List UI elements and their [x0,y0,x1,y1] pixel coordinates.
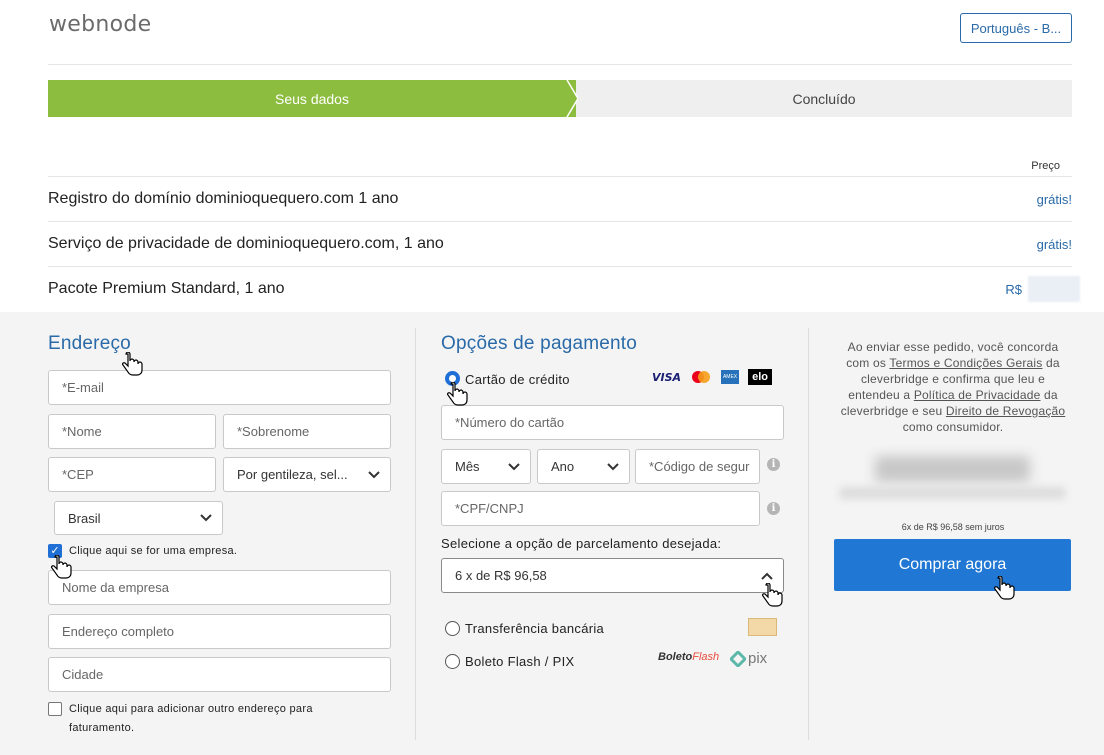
chevron-down-icon [508,462,520,471]
company-name-field[interactable]: Nome da empresa [48,570,391,605]
city-field[interactable]: Cidade [48,657,391,692]
step-seus-dados: Seus dados [48,80,576,117]
country-select-value: Brasil [68,510,101,526]
price-column-header: Preço [1031,160,1060,172]
pix-logo: pix [730,650,767,667]
column-divider [808,328,809,740]
amex-icon: AMEX [721,370,740,384]
terms-text: Ao enviar esse pedido, você concorda com… [836,339,1070,435]
revocation-right-link[interactable]: Direito de Revogação [946,404,1065,418]
language-selector-button[interactable]: Português - B... [960,13,1072,43]
terms-text-part: como consumidor. [902,420,1004,434]
pix-diamond-icon [730,650,746,667]
checkout-steps: Seus dados Concluído [48,80,1072,117]
terms-link[interactable]: Termos e Condições Gerais [889,356,1042,370]
installment-select-value: 6 x de R$ 96,58 [455,568,547,583]
buy-now-button[interactable]: Comprar agora [834,539,1071,591]
info-icon[interactable]: i [767,502,780,515]
security-code-field[interactable]: *Código de segur [635,449,760,484]
bank-transfer-radio[interactable] [445,621,460,636]
order-row: Registro do domínio dominioquequero.com … [48,176,1072,221]
month-select[interactable]: Mês [441,449,531,484]
installment-select[interactable]: 6 x de R$ 96,58 [441,558,784,593]
checkout-page: webnode Português - B... Seus dados Conc… [0,0,1104,755]
order-item-price: grátis! [1036,236,1072,252]
credit-card-label: Cartão de crédito [465,372,570,387]
card-brands: VISA AMEX elo [652,369,773,385]
info-icon[interactable]: i [767,458,780,471]
order-item-price: grátis! [1036,191,1072,207]
visa-icon: VISA [652,370,682,384]
month-select-value: Mês [455,459,480,474]
privacy-policy-link[interactable]: Política de Privacidade [914,388,1041,402]
address-title: Endereço [48,333,131,354]
full-address-field[interactable]: Endereço completo [48,614,391,649]
card-number-field[interactable]: *Número do cartão [441,405,784,440]
credit-card-radio[interactable] [445,371,460,386]
order-item-label: Pacote Premium Standard, 1 ano [48,280,285,297]
boleto-flash-logo: BoletoFlash [658,651,719,663]
cpf-cnpj-field[interactable]: *CPF/CNPJ [441,491,760,526]
year-select[interactable]: Ano [537,449,630,484]
last-name-field[interactable]: *Sobrenome [223,414,391,449]
state-select-value: Por gentileza, sel... [237,467,348,482]
bank-transfer-label: Transferência bancária [465,621,605,636]
blurred-price [1028,276,1080,302]
chevron-up-icon [761,572,773,580]
installment-label: Selecione a opção de parcelamento deseja… [441,536,722,551]
payment-title: Opções de pagamento [441,333,638,354]
boleto-logo-flash-text: Flash [692,651,720,663]
order-item-label: Serviço de privacidade de dominioquequer… [48,235,444,252]
billing-checkbox-label: Clique aqui para adicionar outro endereç… [69,700,313,738]
installment-note: 6x de R$ 96,58 sem juros [901,522,1005,532]
blurred-total [875,456,1030,482]
chevron-down-icon [607,462,619,471]
year-select-value: Ano [551,459,575,474]
boleto-pix-label: Boleto Flash / PIX [465,654,575,669]
webnode-logo: webnode [49,12,152,37]
boleto-pix-radio[interactable] [445,654,460,669]
chevron-down-icon [368,470,380,479]
first-name-field[interactable]: *Nome [48,414,216,449]
order-item-price: R$ [1005,281,1022,297]
elo-icon: elo [748,369,773,385]
state-select[interactable]: Por gentileza, sel... [223,457,391,492]
blurred-subtotal [840,487,1065,499]
order-item-label: Registro do domínio dominioquequero.com … [48,190,399,207]
company-checkbox[interactable]: ✓ [48,544,62,558]
column-divider [415,328,416,740]
pix-logo-text: pix [748,650,768,667]
mastercard-icon [692,371,711,383]
email-field[interactable]: *E-mail [48,370,391,405]
billing-address-checkbox[interactable] [48,702,62,716]
billing-checkbox-label-line2: faturamento. [69,722,135,734]
zip-field[interactable]: *CEP [48,457,216,492]
order-row: Serviço de privacidade de dominioquequer… [48,221,1072,266]
header-divider [48,64,1072,65]
boleto-logo-text: Boleto [658,651,693,663]
billing-checkbox-label-line1: Clique aqui para adicionar outro endereç… [69,703,313,715]
bank-transfer-icon [748,618,777,636]
company-checkbox-label: Clique aqui se for uma empresa. [69,545,238,557]
step-concluido: Concluído [792,90,856,107]
order-row: Pacote Premium Standard, 1 ano R$ [48,266,1080,311]
chevron-down-icon [200,514,212,522]
country-select[interactable]: Brasil [54,501,223,535]
